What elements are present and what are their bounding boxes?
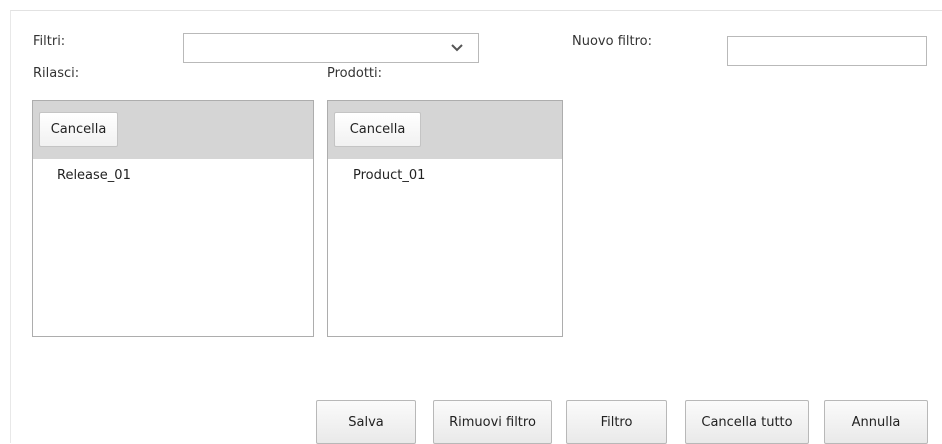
- releases-label: Rilasci:: [33, 66, 80, 81]
- filters-label: Filtri:: [33, 34, 66, 49]
- filter-dialog: Filtri: Nuovo filtro: Rilasci: Prodotti:…: [10, 10, 942, 444]
- chevron-down-icon[interactable]: [450, 41, 464, 55]
- clear-all-button[interactable]: Cancella tutto: [685, 400, 809, 444]
- products-clear-button[interactable]: Cancella: [334, 112, 421, 147]
- products-list[interactable]: Cancella Product_01: [327, 100, 563, 337]
- filter-button[interactable]: Filtro: [566, 400, 667, 444]
- new-filter-label: Nuovo filtro:: [572, 34, 652, 49]
- releases-list-header: Cancella: [33, 101, 313, 159]
- new-filter-input[interactable]: [727, 36, 927, 66]
- releases-list-item[interactable]: Release_01: [57, 168, 131, 183]
- products-list-item[interactable]: Product_01: [353, 168, 425, 183]
- products-list-header: Cancella: [328, 101, 562, 159]
- remove-filter-button[interactable]: Rimuovi filtro: [433, 400, 552, 444]
- products-label: Prodotti:: [327, 66, 383, 81]
- filters-select[interactable]: [183, 33, 479, 63]
- releases-clear-button[interactable]: Cancella: [39, 112, 118, 147]
- releases-list[interactable]: Cancella Release_01: [32, 100, 314, 337]
- save-button[interactable]: Salva: [316, 400, 416, 444]
- cancel-button[interactable]: Annulla: [824, 400, 928, 444]
